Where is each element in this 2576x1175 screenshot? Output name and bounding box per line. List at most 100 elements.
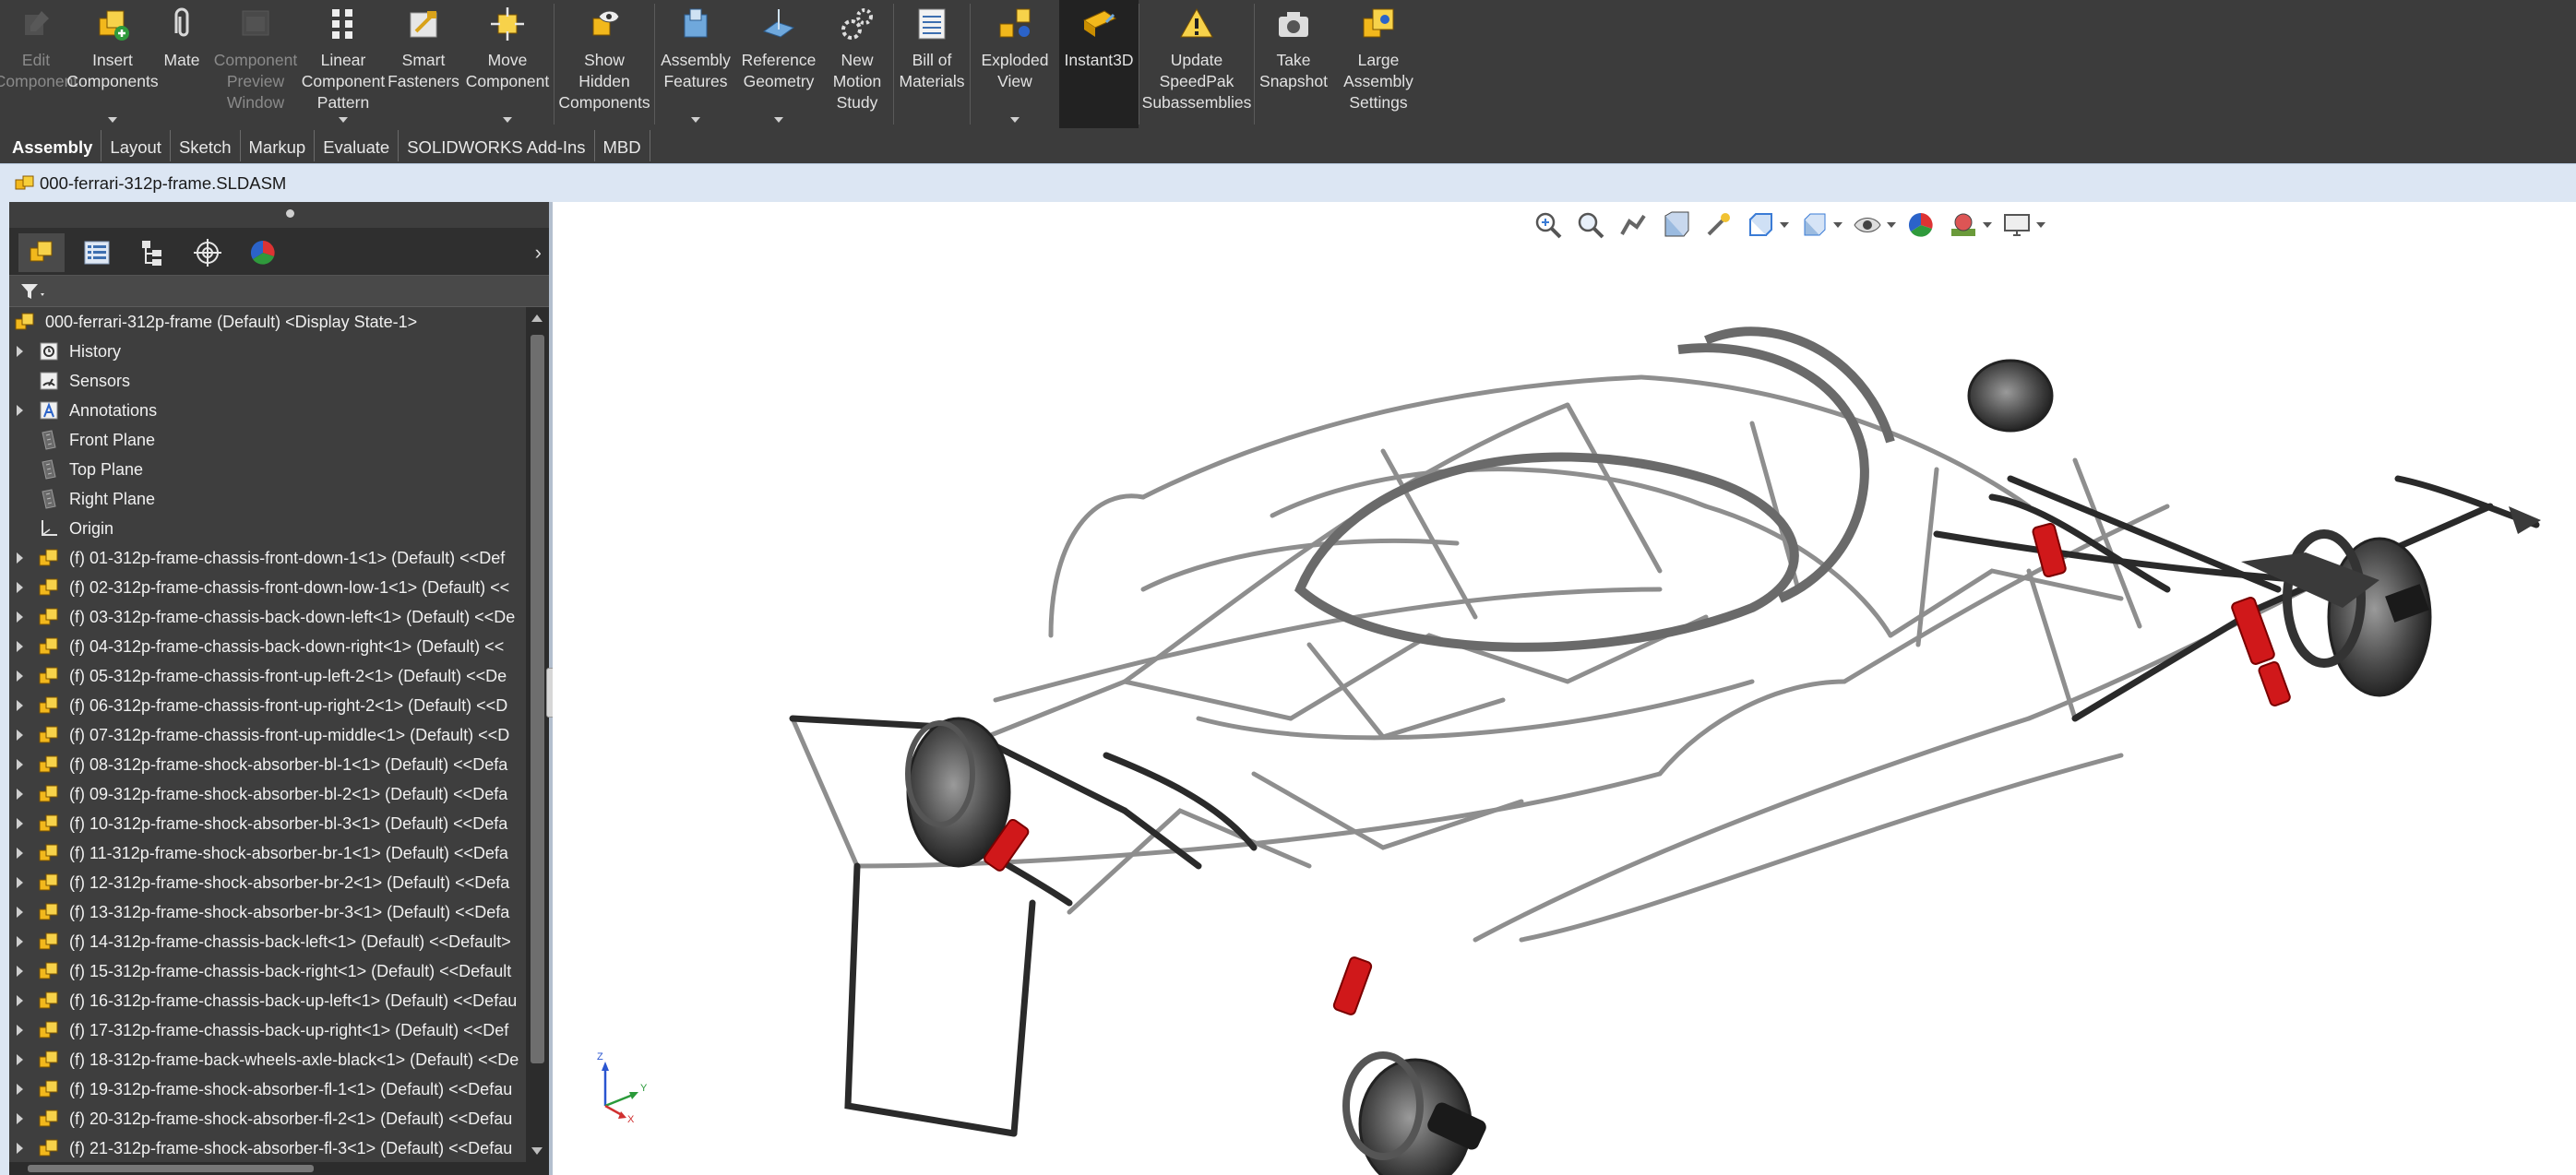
hide-show-items-icon[interactable] bbox=[1850, 208, 1885, 243]
ribbon-button-edit-component[interactable]: Edit Component bbox=[0, 0, 78, 128]
propertymanager-tab[interactable] bbox=[74, 233, 120, 272]
configurationmanager-tab[interactable] bbox=[129, 233, 175, 272]
scrollbar-thumb[interactable] bbox=[531, 335, 544, 1063]
tree-component-row[interactable]: (f) 10-312p-frame-shock-absorber-bl-3<1>… bbox=[9, 809, 526, 838]
displaymanager-tab[interactable] bbox=[240, 233, 286, 272]
expand-arrow-icon[interactable] bbox=[9, 671, 30, 682]
dropdown-caret-icon[interactable] bbox=[691, 117, 700, 123]
expand-arrow-icon[interactable] bbox=[9, 907, 30, 918]
view-settings-caret[interactable] bbox=[2036, 222, 2045, 228]
tree-component-row[interactable]: (f) 12-312p-frame-shock-absorber-br-2<1>… bbox=[9, 868, 526, 897]
ribbon-button-new-motion-study[interactable]: New Motion Study bbox=[821, 0, 893, 128]
tree-item-right-plane[interactable]: Right Plane bbox=[9, 484, 526, 514]
ribbon-button-instant3d[interactable]: Instant3D bbox=[1059, 0, 1139, 128]
expand-arrow-icon[interactable] bbox=[9, 346, 30, 357]
tree-component-row[interactable]: (f) 17-312p-frame-chassis-back-up-right<… bbox=[9, 1015, 526, 1045]
expand-arrow-icon[interactable] bbox=[9, 405, 30, 416]
view-settings-monitor-icon[interactable] bbox=[1999, 208, 2034, 243]
tree-vertical-scrollbar[interactable] bbox=[526, 307, 549, 1162]
ribbon-button-component-preview-window[interactable]: Component Preview Window bbox=[210, 0, 301, 128]
scroll-up-arrow-icon[interactable] bbox=[531, 315, 543, 322]
panel-grip-dot[interactable] bbox=[286, 209, 294, 218]
ribbon-button-reference-geometry[interactable]: Reference Geometry bbox=[736, 0, 821, 128]
expand-panel-chevron-icon[interactable]: › bbox=[535, 241, 542, 265]
ribbon-button-show-hidden-components[interactable]: Show Hidden Components bbox=[555, 0, 654, 128]
ribbon-button-linear-component-pattern[interactable]: Linear Component Pattern bbox=[301, 0, 386, 128]
tree-item-front-plane[interactable]: Front Plane bbox=[9, 425, 526, 455]
ribbon-button-bill-of-materials[interactable]: Bill of Materials bbox=[894, 0, 970, 128]
tab-layout[interactable]: Layout bbox=[101, 130, 171, 161]
tree-component-row[interactable]: (f) 02-312p-frame-chassis-front-down-low… bbox=[9, 573, 526, 602]
expand-arrow-icon[interactable] bbox=[9, 818, 30, 829]
tree-component-row[interactable]: (f) 13-312p-frame-shock-absorber-br-3<1>… bbox=[9, 897, 526, 927]
tree-item-sensors[interactable]: Sensors bbox=[9, 366, 526, 396]
apply-scene-icon[interactable] bbox=[1946, 208, 1981, 243]
tab-evaluate[interactable]: Evaluate bbox=[315, 130, 400, 161]
display-style-icon[interactable] bbox=[1796, 208, 1831, 243]
ribbon-button-move-component[interactable]: Move Component bbox=[461, 0, 554, 128]
ribbon-button-smart-fasteners[interactable]: Smart Fasteners bbox=[386, 0, 461, 128]
tree-component-row[interactable]: (f) 11-312p-frame-shock-absorber-br-1<1>… bbox=[9, 838, 526, 868]
tree-component-row[interactable]: (f) 04-312p-frame-chassis-back-down-righ… bbox=[9, 632, 526, 661]
expand-arrow-icon[interactable] bbox=[9, 730, 30, 741]
ribbon-button-exploded-view[interactable]: Exploded View bbox=[971, 0, 1059, 128]
view-orientation-caret[interactable] bbox=[1780, 222, 1789, 228]
display-style-caret[interactable] bbox=[1833, 222, 1843, 228]
dynamic-annotation-icon[interactable] bbox=[1700, 208, 1735, 243]
ribbon-button-assembly-features[interactable]: Assembly Features bbox=[655, 0, 736, 128]
expand-arrow-icon[interactable] bbox=[9, 966, 30, 977]
tree-component-row[interactable]: (f) 07-312p-frame-chassis-front-up-middl… bbox=[9, 720, 526, 750]
dimxpert-tab[interactable] bbox=[185, 233, 231, 272]
zoom-to-area-icon[interactable] bbox=[1573, 208, 1608, 243]
zoom-to-fit-icon[interactable] bbox=[1531, 208, 1566, 243]
edit-appearance-icon[interactable] bbox=[1903, 208, 1938, 243]
expand-arrow-icon[interactable] bbox=[9, 1143, 30, 1154]
expand-arrow-icon[interactable] bbox=[9, 700, 30, 711]
expand-arrow-icon[interactable] bbox=[9, 759, 30, 770]
ribbon-button-mate[interactable]: Mate bbox=[153, 0, 210, 128]
apply-scene-caret[interactable] bbox=[1983, 222, 1992, 228]
ribbon-button-insert-components[interactable]: Insert Components bbox=[66, 0, 159, 128]
ribbon-button-update-speedpak-subassemblies[interactable]: Update SpeedPak Subassemblies bbox=[1139, 0, 1254, 128]
tree-component-row[interactable]: (f) 08-312p-frame-shock-absorber-bl-1<1>… bbox=[9, 750, 526, 779]
previous-view-icon[interactable] bbox=[1616, 208, 1651, 243]
tree-item-annotations[interactable]: Annotations bbox=[9, 396, 526, 425]
ferrari-312p-frame-model[interactable] bbox=[553, 202, 2576, 1175]
expand-arrow-icon[interactable] bbox=[9, 877, 30, 888]
dropdown-caret-icon[interactable] bbox=[1010, 117, 1020, 123]
hide-show-caret[interactable] bbox=[1887, 222, 1896, 228]
ribbon-button-take-snapshot[interactable]: Take Snapshot bbox=[1255, 0, 1332, 128]
expand-arrow-icon[interactable] bbox=[9, 1025, 30, 1036]
tree-component-row[interactable]: (f) 05-312p-frame-chassis-front-up-left-… bbox=[9, 661, 526, 691]
dropdown-caret-icon[interactable] bbox=[108, 117, 117, 123]
view-orientation-icon[interactable] bbox=[1743, 208, 1778, 243]
featuremanager-tab[interactable] bbox=[18, 233, 65, 272]
expand-arrow-icon[interactable] bbox=[9, 582, 30, 593]
expand-arrow-icon[interactable] bbox=[9, 995, 30, 1006]
tree-item-top-plane[interactable]: Top Plane bbox=[9, 455, 526, 484]
tab-sketch[interactable]: Sketch bbox=[171, 130, 241, 161]
expand-arrow-icon[interactable] bbox=[9, 552, 30, 564]
expand-arrow-icon[interactable] bbox=[9, 1054, 30, 1065]
tree-component-row[interactable]: (f) 16-312p-frame-chassis-back-up-left<1… bbox=[9, 986, 526, 1015]
tree-component-row[interactable]: (f) 09-312p-frame-shock-absorber-bl-2<1>… bbox=[9, 779, 526, 809]
tree-item-origin[interactable]: Origin bbox=[9, 514, 526, 543]
tab-markup[interactable]: Markup bbox=[241, 130, 316, 161]
filter-funnel-icon[interactable] bbox=[20, 283, 48, 300]
tree-component-row[interactable]: (f) 20-312p-frame-shock-absorber-fl-2<1>… bbox=[9, 1104, 526, 1133]
tree-component-row[interactable]: (f) 01-312p-frame-chassis-front-down-1<1… bbox=[9, 543, 526, 573]
expand-arrow-icon[interactable] bbox=[9, 1084, 30, 1095]
horizontal-scrollbar-thumb[interactable] bbox=[28, 1165, 314, 1172]
scroll-down-arrow-icon[interactable] bbox=[531, 1147, 543, 1155]
tree-component-row[interactable]: (f) 19-312p-frame-shock-absorber-fl-1<1>… bbox=[9, 1074, 526, 1104]
tree-component-row[interactable]: (f) 15-312p-frame-chassis-back-right<1> … bbox=[9, 956, 526, 986]
expand-arrow-icon[interactable] bbox=[9, 789, 30, 800]
tree-component-row[interactable]: (f) 21-312p-frame-shock-absorber-fl-3<1>… bbox=[9, 1133, 526, 1162]
dropdown-caret-icon[interactable] bbox=[774, 117, 783, 123]
expand-arrow-icon[interactable] bbox=[9, 848, 30, 859]
tree-component-row[interactable]: (f) 18-312p-frame-back-wheels-axle-black… bbox=[9, 1045, 526, 1074]
section-view-icon[interactable] bbox=[1658, 208, 1693, 243]
tab-assembly[interactable]: Assembly bbox=[4, 130, 102, 161]
expand-arrow-icon[interactable] bbox=[9, 936, 30, 947]
dropdown-caret-icon[interactable] bbox=[503, 117, 512, 123]
